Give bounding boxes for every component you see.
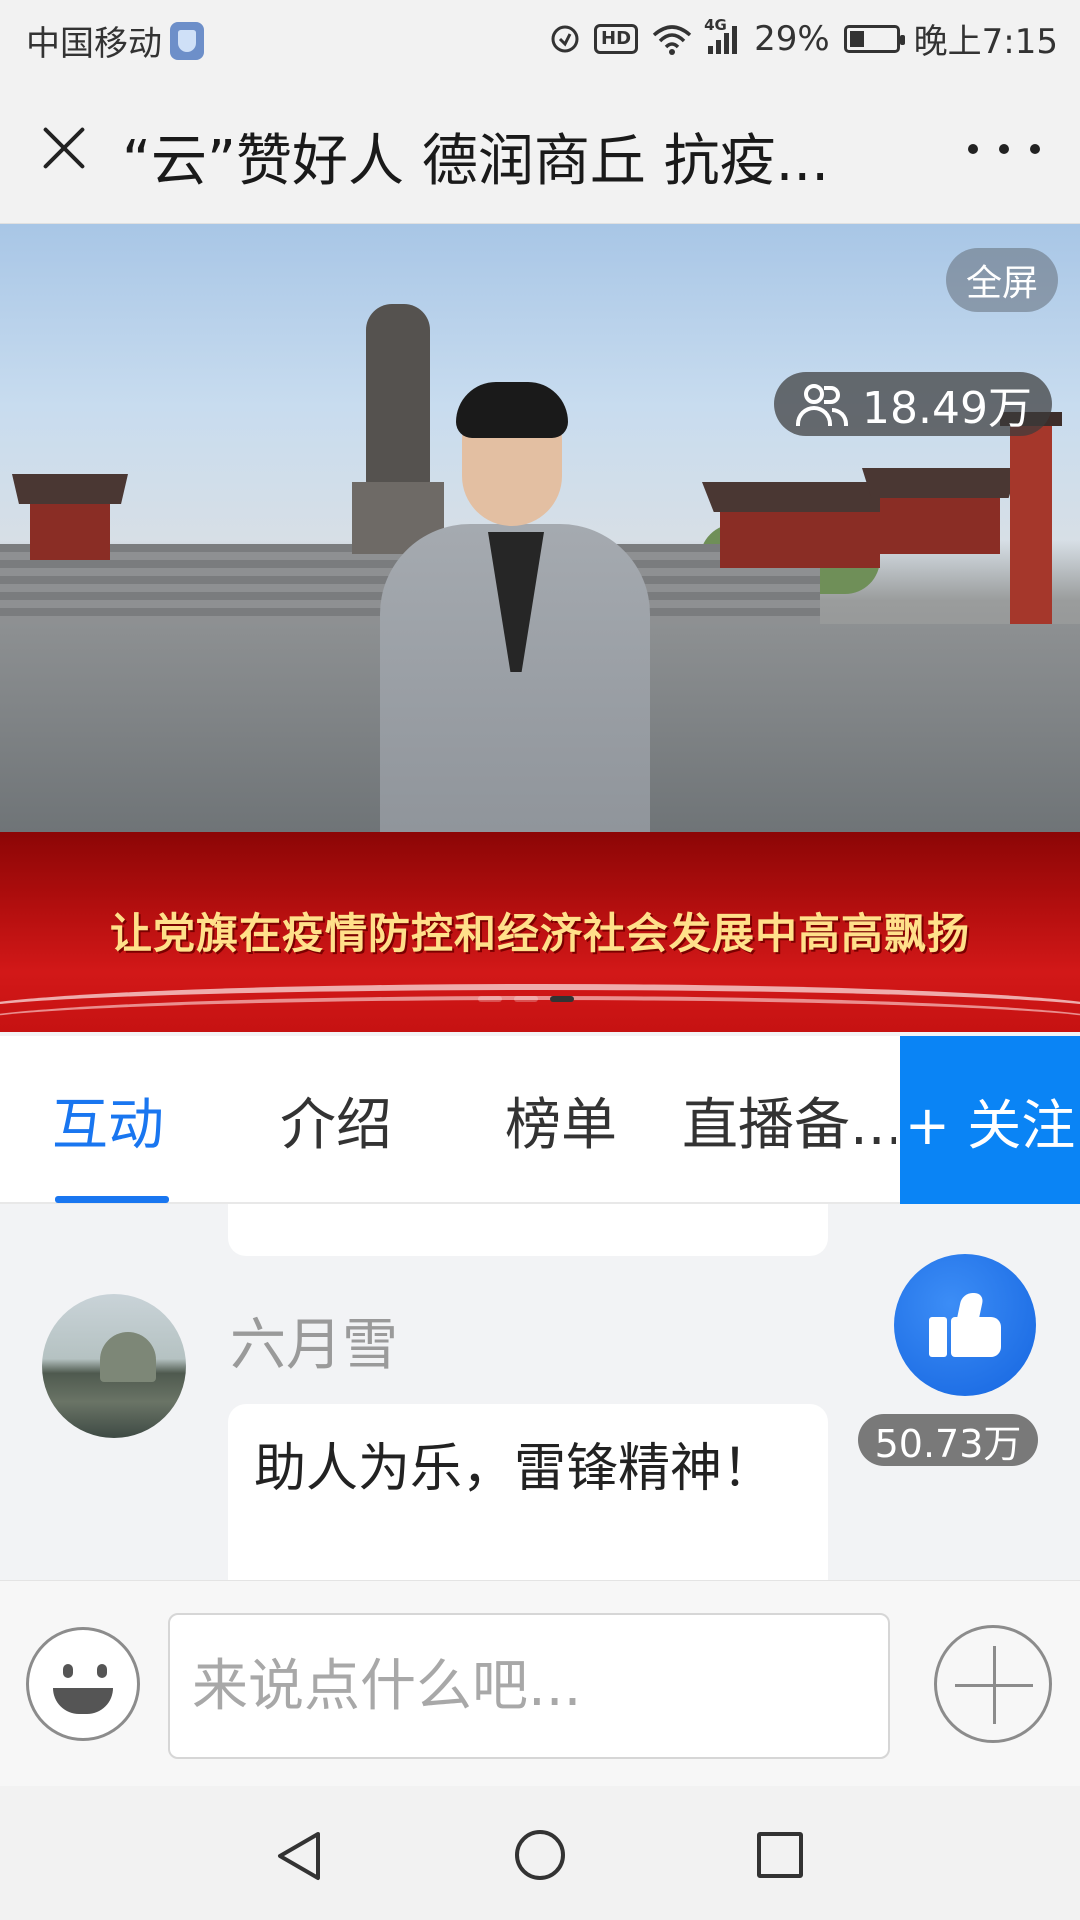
comment-input[interactable] xyxy=(168,1613,890,1759)
status-right: HD 4G 29% 晚上7:15 xyxy=(550,14,1058,63)
more-options-icon[interactable] xyxy=(968,134,1040,164)
battery-icon xyxy=(843,24,905,53)
status-left: 中国移动 xyxy=(26,16,204,65)
shield-icon xyxy=(170,21,204,60)
like-button[interactable] xyxy=(894,1254,1036,1396)
signal-icon: 4G xyxy=(704,16,740,54)
recent-apps-icon[interactable] xyxy=(757,1832,803,1878)
status-bar: 中国移动 HD 4G 29% 晚上7:15 xyxy=(0,0,1080,76)
tab-active-indicator xyxy=(55,1196,169,1203)
tab-live-archive[interactable]: 直播备... xyxy=(682,1080,896,1161)
avatar[interactable] xyxy=(42,1294,186,1438)
comment-input-bar xyxy=(0,1580,1080,1786)
promo-banner[interactable]: 让党旗在疫情防控和经济社会发展中高高飘扬 xyxy=(0,832,1080,1032)
presenter-hair xyxy=(456,382,568,438)
carrier-name: 中国移动 xyxy=(26,24,162,64)
video-pavilion xyxy=(720,508,880,568)
battery-percent: 29% xyxy=(754,18,830,59)
like-count: 50.73万 xyxy=(858,1414,1038,1466)
comment-text: 助人为乐，雷锋精神！ xyxy=(254,1439,775,1499)
title-bar: “云”赞好人 德润商丘 抗疫... xyxy=(0,76,1080,224)
battery-fill xyxy=(849,30,865,47)
comment-bubble: 助人为乐，雷锋精神！ xyxy=(228,1404,828,1580)
network-type: 4G xyxy=(704,15,727,34)
tab-bar: 互动 介绍 榜单 直播备... + 关注 xyxy=(0,1036,1080,1204)
fullscreen-button[interactable]: 全屏 xyxy=(945,248,1058,312)
video-player[interactable]: 全屏 18.49万 xyxy=(0,224,1080,832)
banner-dot xyxy=(478,996,502,1002)
tab-interaction[interactable]: 互动 xyxy=(52,1080,164,1161)
follow-button[interactable]: + 关注 xyxy=(900,1036,1080,1204)
banner-text: 让党旗在疫情防控和经济社会发展中高高飘扬 xyxy=(109,909,970,958)
call-icon xyxy=(550,24,580,54)
video-tower xyxy=(1000,412,1062,634)
system-nav-bar xyxy=(0,1786,1080,1920)
page-title: “云”赞好人 德润商丘 抗疫... xyxy=(122,129,830,194)
users-icon xyxy=(796,382,849,426)
close-icon[interactable] xyxy=(36,120,92,176)
video-pavilion xyxy=(30,500,110,560)
viewer-count: 18.49万 xyxy=(862,383,1032,434)
banner-pagination xyxy=(478,996,574,1002)
thumbs-up-icon xyxy=(929,1293,1001,1357)
banner-dot xyxy=(514,996,538,1002)
home-icon[interactable] xyxy=(515,1830,565,1880)
previous-comment-bubble xyxy=(228,1204,828,1256)
banner-dot-active xyxy=(550,996,574,1002)
wifi-icon xyxy=(652,23,692,55)
comment-author: 六月雪 xyxy=(230,1313,398,1378)
hd-icon: HD xyxy=(594,23,639,54)
comment-list[interactable]: 六月雪 助人为乐，雷锋精神！ xyxy=(0,1204,1080,1580)
back-icon[interactable] xyxy=(274,1830,324,1882)
add-icon[interactable] xyxy=(934,1625,1052,1743)
tab-ranking[interactable]: 榜单 xyxy=(505,1080,617,1161)
video-statue xyxy=(366,304,430,489)
tab-introduction[interactable]: 介绍 xyxy=(280,1080,392,1161)
clock: 晚上7:15 xyxy=(913,22,1058,62)
viewer-count-badge: 18.49万 xyxy=(774,372,1052,436)
video-pavilion xyxy=(880,494,1000,554)
emoji-icon[interactable] xyxy=(26,1627,140,1741)
